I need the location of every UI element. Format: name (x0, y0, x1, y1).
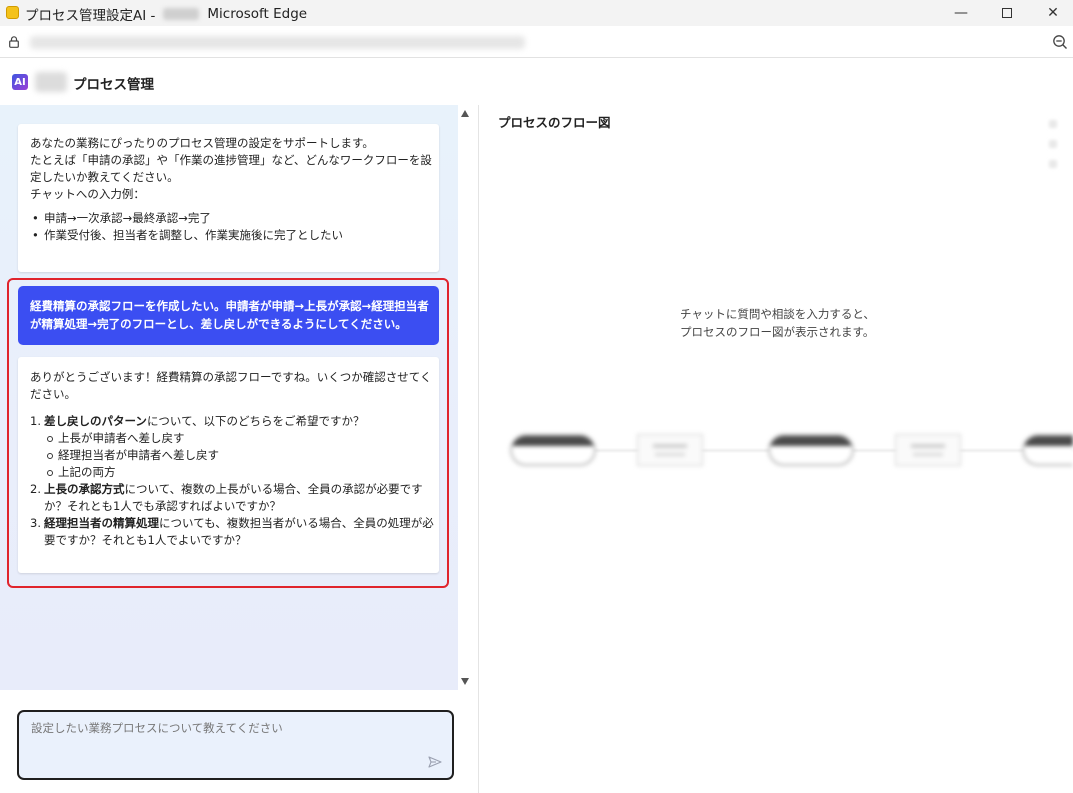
flow-node-step (637, 434, 703, 466)
scroll-up-arrow-icon[interactable] (461, 110, 469, 117)
user-message-bubble: 経費精算の承認フローを作成したい。申請者が申請→上長が承認→経理担当者 が精算処… (18, 286, 439, 345)
redacted-brand (35, 72, 67, 92)
question-option: 上記の両方 (47, 464, 427, 481)
panel-splitter[interactable] (478, 105, 479, 793)
question-text: についても、複数担当者がいる場合、全員の処理が必 (159, 516, 434, 530)
redacted-title-blur (163, 8, 200, 20)
maximize-button[interactable] (984, 0, 1030, 26)
flow-node-end (1022, 434, 1073, 466)
input-examples-list: 申請→一次承認→最終承認→完了 作業受付後、担当者を調整し、作業実施後に完了とし… (30, 210, 427, 244)
intro-line: たとえば「申請の承認」や「作業の進捗管理」など、どんなワークフローを設 (30, 153, 432, 167)
question-options: 上長が申請者へ差し戻す 経理担当者が申請者へ差し戻す 上記の両方 (44, 430, 427, 481)
app-header: AI プロセス管理 (0, 58, 1073, 105)
intro-line: あなたの業務にぴったりのプロセス管理の設定をサポートします。 (30, 136, 374, 150)
question-item: 1. 差し戻しのパターンについて、以下のどちらをご希望ですか？ 上長が申請者へ差… (30, 413, 427, 481)
question-number: 1. (30, 414, 41, 428)
intro-line: チャットへの入力例： (30, 187, 145, 201)
flow-node-status (768, 434, 854, 466)
question-keyword: 上長の承認方式 (44, 482, 125, 496)
assistant-reply-message: ありがとうございます！経費精算の承認フローですね。いくつか確認させてく ださい。… (18, 357, 439, 573)
maximize-icon (1002, 8, 1012, 18)
question-line: 差し戻しのパターンについて、以下のどちらをご希望ですか？ (44, 413, 427, 430)
question-number: 2. (30, 482, 41, 496)
address-bar (0, 26, 1073, 58)
close-icon: ✕ (1047, 5, 1059, 21)
flow-empty-message-line: チャットに質問や相談を入力すると、 (680, 307, 875, 321)
user-message-line: が精算処理→完了のフローとし、差し戻しができるようにしてください。 (30, 317, 407, 331)
input-example-item: 作業受付後、担当者を調整し、作業実施後に完了としたい (32, 227, 427, 244)
question-list: 1. 差し戻しのパターンについて、以下のどちらをご希望ですか？ 上長が申請者へ差… (30, 413, 434, 549)
user-message-line: 経費精算の承認フローを作成したい。申請者が申請→上長が承認→経理担当者 (30, 299, 429, 313)
question-item: 3. 経理担当者の精算処理についても、複数担当者がいる場合、全員の処理が必 要で… (30, 515, 434, 549)
question-keyword: 経理担当者の精算処理 (44, 516, 159, 530)
question-continuation: か？それとも1人でも承認すればよいですか？ (44, 499, 281, 513)
edge-app-icon (6, 6, 19, 19)
flow-empty-message: チャットに質問や相談を入力すると、 プロセスのフロー図が表示されます。 (680, 305, 875, 341)
flow-node-start (510, 434, 596, 466)
diagram-zoom-controls (1046, 120, 1060, 180)
window-title: プロセス管理設定AI - Microsoft Edge (25, 4, 307, 24)
question-line: 経理担当者の精算処理についても、複数担当者がいる場合、全員の処理が必 (44, 515, 434, 532)
zoom-in-icon[interactable] (1049, 120, 1057, 128)
question-text: について、複数の上長がいる場合、全員の承認が必要です (124, 482, 423, 496)
fit-view-icon[interactable] (1049, 160, 1057, 168)
app-title: プロセス管理 (73, 77, 154, 93)
input-example-item: 申請→一次承認→最終承認→完了 (32, 210, 427, 227)
question-number: 3. (30, 516, 41, 530)
send-icon[interactable] (428, 756, 442, 768)
chat-scrollbar[interactable] (458, 105, 472, 690)
scroll-down-arrow-icon[interactable] (461, 678, 469, 685)
ai-logo-icon: AI (12, 74, 28, 90)
reply-intro-line: ださい。 (30, 387, 76, 401)
flow-empty-message-line: プロセスのフロー図が表示されます。 (680, 325, 875, 339)
flow-diagram-title: プロセスのフロー図 (498, 115, 611, 130)
window-title-suffix: Microsoft Edge (207, 6, 308, 22)
flow-node-step (895, 434, 961, 466)
minimize-button[interactable]: — (938, 0, 984, 26)
window-title-prefix: プロセス管理設定AI - (25, 8, 156, 24)
window-title-bar: プロセス管理設定AI - Microsoft Edge — ✕ (0, 0, 1073, 26)
minimize-icon: — (954, 5, 968, 21)
question-keyword: 差し戻しのパターン (44, 414, 147, 428)
zoom-out-icon[interactable] (1049, 140, 1057, 148)
question-line: 上長の承認方式について、複数の上長がいる場合、全員の承認が必要です (44, 481, 427, 498)
close-window-button[interactable]: ✕ (1030, 0, 1073, 26)
assistant-intro-message: あなたの業務にぴったりのプロセス管理の設定をサポートします。 たとえば「申請の承… (18, 124, 439, 272)
redacted-url[interactable] (30, 36, 525, 49)
question-text: について、以下のどちらをご希望ですか？ (146, 414, 365, 428)
reply-intro: ありがとうございます！経費精算の承認フローですね。いくつか確認させてく ださい。 (30, 369, 432, 403)
question-option: 経理担当者が申請者へ差し戻す (47, 447, 427, 464)
lock-icon[interactable] (9, 36, 19, 48)
question-item: 2. 上長の承認方式について、複数の上長がいる場合、全員の承認が必要です か？そ… (30, 481, 427, 515)
chat-input-placeholder: 設定したい業務プロセスについて教えてください (31, 721, 283, 735)
question-continuation: 要ですか？それとも1人でよいですか？ (44, 533, 247, 547)
reply-intro-line: ありがとうございます！経費精算の承認フローですね。いくつか確認させてく (30, 370, 432, 384)
zoom-out-icon[interactable] (1052, 34, 1068, 50)
intro-line: 定したいか教えてください。 (30, 170, 179, 184)
question-option: 上長が申請者へ差し戻す (47, 430, 427, 447)
